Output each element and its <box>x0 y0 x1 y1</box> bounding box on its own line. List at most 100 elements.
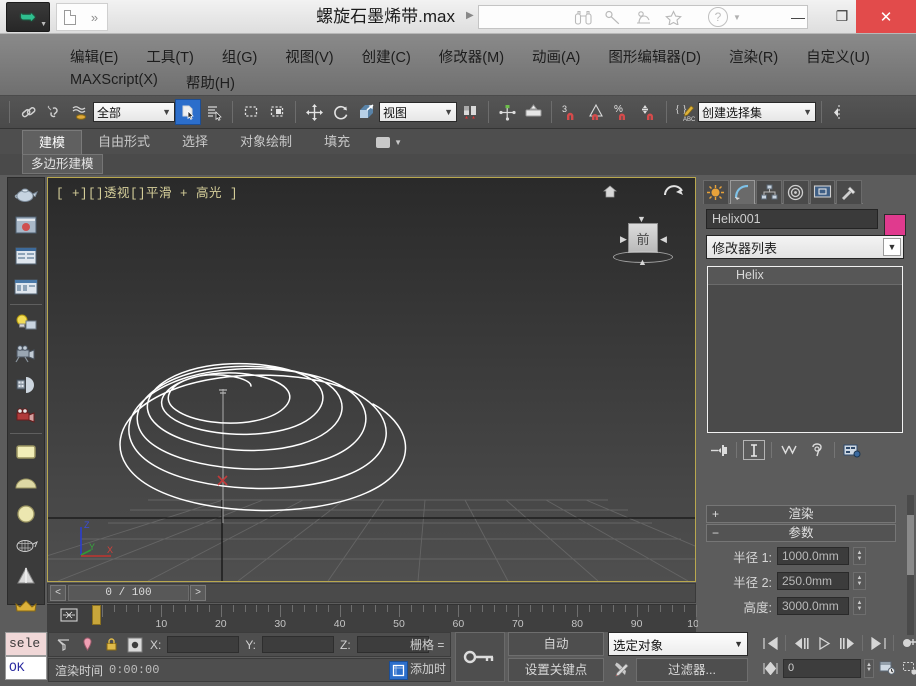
previous-frame-button[interactable]: < <box>50 585 66 601</box>
snaps-toggle-3d-icon[interactable]: 3 <box>557 99 583 125</box>
hierarchy-tab-icon[interactable] <box>756 180 783 204</box>
frame-readout[interactable]: 0 / 100 <box>68 585 189 601</box>
open-mini-curve-editor-icon[interactable] <box>58 606 80 624</box>
reference-coordinate-system-combo[interactable]: 视图 ▼ <box>379 102 457 122</box>
command-panel-scrollbar[interactable] <box>907 495 914 635</box>
window-crossing-icon[interactable] <box>264 99 290 125</box>
coord-y-input[interactable] <box>262 636 335 653</box>
shadow-icon[interactable] <box>8 369 44 400</box>
go-to-start-icon[interactable] <box>760 633 780 653</box>
object-color-swatch[interactable] <box>884 214 906 236</box>
param-spinner-radius1[interactable]: ▲ ▼ <box>853 547 866 565</box>
set-keys-pen-icon[interactable] <box>610 658 632 682</box>
play-animation-icon[interactable] <box>814 633 834 653</box>
modify-tab-icon[interactable] <box>729 180 756 204</box>
orbit-arrow-icon[interactable] <box>663 183 685 208</box>
track-bar[interactable]: 10 20 30 40 50 60 70 80 90 100 <box>47 604 705 633</box>
mirror-icon[interactable] <box>827 99 853 125</box>
go-to-end-icon[interactable] <box>868 633 888 653</box>
render-frame-icon[interactable] <box>8 271 44 302</box>
select-and-manipulate-icon[interactable] <box>494 99 520 125</box>
named-selection-icon[interactable] <box>520 99 546 125</box>
minimize-button[interactable]: — <box>776 0 820 33</box>
menu-item-tools[interactable]: 工具(T) <box>132 44 208 69</box>
home-icon[interactable] <box>603 185 617 201</box>
viewcube-right-arrow-icon[interactable]: ◀ <box>660 234 667 245</box>
viewcube-left-arrow-icon[interactable]: ▶ <box>620 234 627 245</box>
zoom-region-select-icon[interactable] <box>900 658 916 678</box>
application-menu-button[interactable]: ➥ ▼ <box>6 2 50 32</box>
ribbon-panel-polygon-modeling[interactable]: 多边形建模 <box>22 154 103 174</box>
set-key-button[interactable]: 设置关键点 <box>508 658 604 682</box>
menu-item-modifiers[interactable]: 修改器(M) <box>425 44 518 69</box>
plane-icon[interactable] <box>8 436 44 467</box>
close-button[interactable]: ✕ <box>856 0 916 33</box>
quick-access-more-button[interactable]: » <box>82 4 107 30</box>
current-frame-spinner[interactable]: ▲ ▼ <box>864 658 874 678</box>
select-and-scale-icon[interactable] <box>353 99 379 125</box>
time-marker[interactable] <box>92 605 101 625</box>
menu-item-animation[interactable]: 动画(A) <box>518 44 594 69</box>
tab-selection[interactable]: 选择 <box>166 130 224 154</box>
param-input-radius2[interactable]: 250.0mm <box>777 572 849 590</box>
next-frame-button[interactable]: > <box>190 585 206 601</box>
tab-populate[interactable]: 填充 <box>308 130 366 154</box>
rectangular-selection-region-icon[interactable] <box>238 99 264 125</box>
select-and-move-icon[interactable] <box>301 99 327 125</box>
param-spinner-radius2[interactable]: ▲ ▼ <box>853 572 866 590</box>
use-pivot-point-center-icon[interactable] <box>457 99 483 125</box>
render-camera-icon[interactable] <box>8 400 44 431</box>
modifier-stack-item[interactable]: Helix <box>708 267 902 285</box>
crown-icon[interactable] <box>8 591 44 622</box>
select-object-icon[interactable] <box>175 99 201 125</box>
remove-modifier-icon[interactable] <box>806 440 828 460</box>
utilities-tab-icon[interactable] <box>836 180 863 204</box>
key-mode-toggle-icon[interactable] <box>760 658 780 678</box>
configure-modifier-sets-icon[interactable] <box>841 440 863 460</box>
tab-freeform[interactable]: 自由形式 <box>82 130 166 154</box>
current-frame-input[interactable]: 0 <box>783 658 861 678</box>
key-filter-mode-combo[interactable]: 选定对象 ▼ <box>608 632 748 656</box>
camera-icon[interactable] <box>8 338 44 369</box>
teapot-icon[interactable] <box>8 178 44 209</box>
menu-item-graph-editors[interactable]: 图形编辑器(D) <box>594 44 715 69</box>
binoculars-icon[interactable] <box>572 7 594 27</box>
angle-snap-toggle-icon[interactable] <box>583 99 609 125</box>
edit-named-selection-sets-icon[interactable]: { } ABC <box>672 99 698 125</box>
lock-icon[interactable] <box>102 636 120 654</box>
param-input-radius1[interactable]: 1000.0mm <box>777 547 849 565</box>
spinner-snap-toggle-icon[interactable] <box>635 99 661 125</box>
dome-icon[interactable] <box>8 467 44 498</box>
selection-lock-filter-icon[interactable] <box>54 636 72 654</box>
render-preview-icon[interactable] <box>8 209 44 240</box>
select-and-link-icon[interactable] <box>15 99 41 125</box>
next-frame-icon[interactable] <box>837 633 857 653</box>
key-filters-button[interactable]: 过滤器... <box>636 658 748 682</box>
rollout-parameters[interactable]: − 参数 <box>706 524 896 542</box>
viewcube-down-arrow-icon[interactable]: ▲ <box>638 257 647 267</box>
scrollbar-thumb[interactable] <box>907 515 914 575</box>
menu-item-help[interactable]: 帮助(H) <box>172 70 249 95</box>
percent-snap-toggle-icon[interactable]: % <box>609 99 635 125</box>
pin-stack-icon[interactable] <box>708 440 730 460</box>
display-tab-icon[interactable] <box>809 180 836 204</box>
menu-item-group[interactable]: 组(G) <box>208 44 271 69</box>
frame-ruler[interactable]: 10 20 30 40 50 60 70 80 90 100 <box>102 605 705 633</box>
ribbon-more-dropdown[interactable]: ▼ <box>376 130 402 154</box>
new-file-button[interactable] <box>57 4 82 30</box>
key-mode-icon[interactable] <box>899 633 916 653</box>
select-and-rotate-icon[interactable] <box>327 99 353 125</box>
menu-item-views[interactable]: 视图(V) <box>271 44 347 69</box>
sphere-icon[interactable] <box>8 498 44 529</box>
previous-frame-icon[interactable] <box>791 633 811 653</box>
help-button[interactable]: ? <box>708 7 728 27</box>
adaptive-degradation-icon[interactable] <box>389 661 408 680</box>
auto-key-button[interactable]: 自动 <box>508 632 604 656</box>
param-input-height[interactable]: 3000.0mm <box>777 597 849 615</box>
bind-to-space-warp-icon[interactable] <box>67 99 93 125</box>
isolate-selection-icon[interactable] <box>126 636 144 654</box>
menu-item-create[interactable]: 创建(C) <box>348 44 425 69</box>
select-by-name-icon[interactable] <box>201 99 227 125</box>
wire-teapot-icon[interactable] <box>8 529 44 560</box>
selection-filter-combo[interactable]: 全部 ▼ <box>93 102 175 122</box>
